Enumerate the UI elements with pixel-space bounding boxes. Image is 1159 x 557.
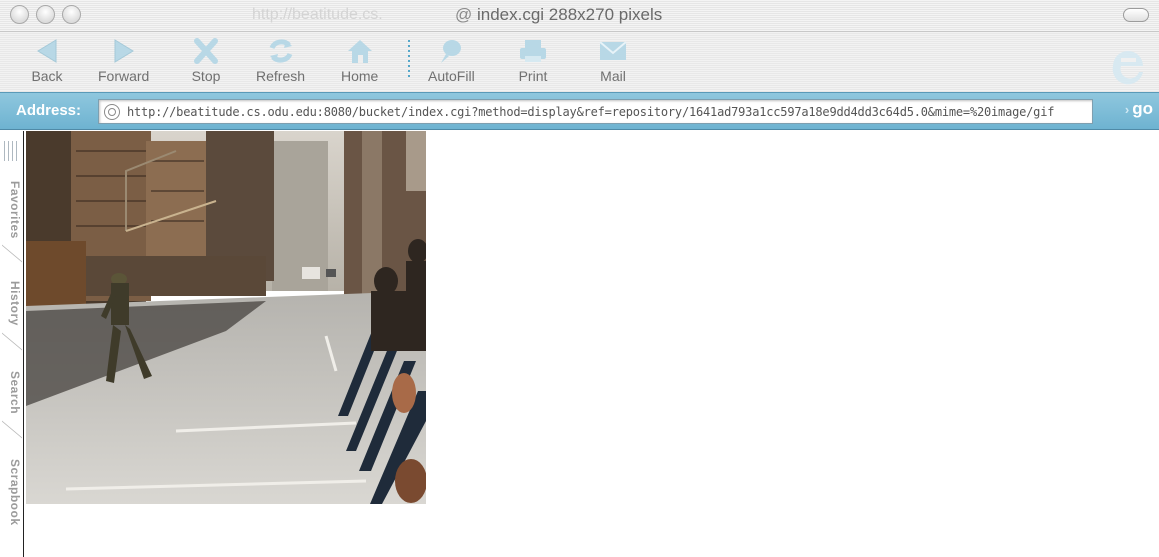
tab-history[interactable]: History [2,281,22,326]
mail-icon [599,41,627,60]
address-label: Address: [16,102,82,119]
forward-label: Forward [98,68,150,84]
mail-label: Mail [600,68,626,84]
close-window-button[interactable] [10,5,29,24]
address-input[interactable]: http://beatitude.cs.odu.edu:8080/bucket/… [98,99,1093,124]
address-url-text[interactable]: http://beatitude.cs.odu.edu:8080/bucket/… [127,105,1054,119]
tab-scrapbook[interactable]: Scrapbook [2,459,22,526]
back-button[interactable]: Back [30,36,64,84]
stop-button[interactable]: Stop [189,36,223,84]
title-faded-text: http://beatitude.cs. [252,6,383,23]
chevron-right-icon: › [1124,102,1130,117]
tab-divider [2,244,22,276]
print-button[interactable]: Print [516,36,550,84]
back-label: Back [31,68,63,84]
autofill-button[interactable]: AutoFill [428,36,475,84]
zoom-window-button[interactable] [62,5,81,24]
window-title: @ index.cgi 288x270 pixels [455,5,663,24]
refresh-icon [269,39,292,63]
stop-label: Stop [191,68,221,84]
print-label: Print [518,68,548,84]
grip-icon[interactable] [4,141,18,161]
home-button[interactable]: Home [341,36,378,84]
tab-favorites[interactable]: Favorites [2,181,22,239]
internet-explorer-logo-icon [1112,51,1143,85]
home-label: Home [341,68,379,84]
printer-icon [520,40,546,62]
minimize-window-button[interactable] [36,5,55,24]
back-arrow-icon [37,39,57,63]
forward-button[interactable]: Forward [98,36,149,84]
tab-search[interactable]: Search [2,371,22,414]
page-proxy-icon: @ [455,5,477,24]
page-proxy-icon[interactable] [104,104,120,120]
toolbar: Back Forward Stop Refresh Home AutoFill … [0,32,1159,92]
displayed-image [26,131,426,504]
mail-button[interactable]: Mail [596,36,630,84]
title-bar: http://beatitude.cs. @ index.cgi 288x270… [0,0,1159,32]
go-button[interactable]: › go [1125,99,1153,123]
autofill-label: AutoFill [428,68,475,84]
toolbar-separator [408,40,410,80]
forward-arrow-icon [114,39,134,63]
address-bar: Address: http://beatitude.cs.odu.edu:808… [0,92,1159,130]
tab-divider [2,420,22,452]
tab-divider [2,332,22,364]
home-icon [347,40,372,63]
refresh-button[interactable]: Refresh [256,36,305,84]
stop-x-icon [194,38,218,64]
autofill-icon [441,40,462,63]
explorer-bar-tabs: Favorites History Search Scrapbook [0,131,24,557]
toolbar-toggle-button[interactable] [1123,8,1149,22]
refresh-label: Refresh [256,68,306,84]
